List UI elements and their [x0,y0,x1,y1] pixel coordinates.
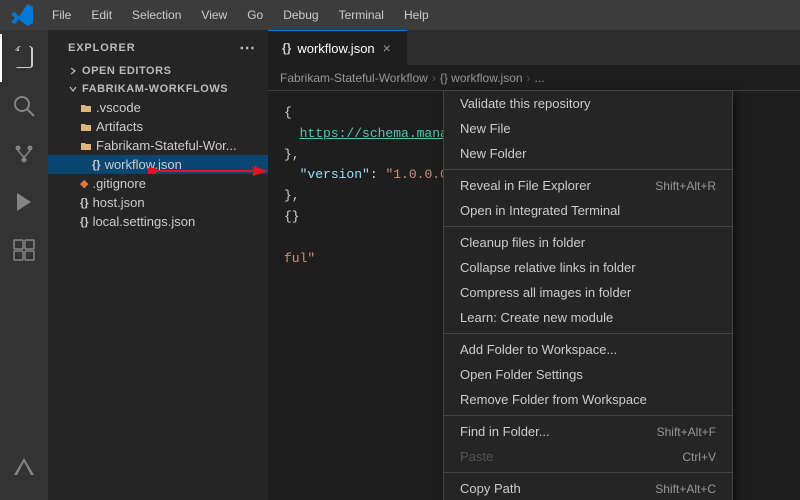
ctx-learn[interactable]: Learn: Create new module [444,305,732,330]
menu-debug[interactable]: Debug [273,4,328,26]
menu-help[interactable]: Help [394,4,439,26]
azure-activity-icon[interactable] [0,444,48,492]
ctx-sep5 [444,472,732,473]
ctx-find[interactable]: Find in Folder... Shift+Alt+F [444,419,732,444]
ctx-sep2 [444,226,732,227]
breadcrumb-part1: Fabrikam-Stateful-Workflow [280,71,428,85]
open-editors-chevron [68,66,78,76]
folder-icon-artifacts [80,121,92,133]
menu-bar: File Edit Selection View Go Debug Termin… [42,4,439,26]
ctx-collapse[interactable]: Collapse relative links in folder [444,255,732,280]
json-file-icon-host: {} [80,197,89,209]
ctx-validate[interactable]: Validate this repository [444,91,732,116]
ctx-compress[interactable]: Compress all images in folder [444,280,732,305]
activity-bar [0,30,48,500]
ctx-folder-settings[interactable]: Open Folder Settings [444,362,732,387]
source-control-activity-icon[interactable] [0,130,48,178]
tree-item-fabrikam-stateful[interactable]: Fabrikam-Stateful-Wor... [48,136,268,155]
title-bar: File Edit Selection View Go Debug Termin… [0,0,800,30]
tree-item-host-json[interactable]: {} host.json [48,193,268,212]
open-editors-section[interactable]: OPEN EDITORS [48,62,268,80]
tree-item-local-settings[interactable]: {} local.settings.json [48,212,268,231]
fabrikam-section-chevron [68,84,78,94]
diamond-file-icon: ◆ [80,177,88,190]
breadcrumb-sep1: › [432,71,436,85]
breadcrumb: Fabrikam-Stateful-Workflow › {} workflow… [268,65,800,91]
search-activity-icon[interactable] [0,82,48,130]
ctx-reveal[interactable]: Reveal in File Explorer Shift+Alt+R [444,173,732,198]
ctx-paste: Paste Ctrl+V [444,444,732,469]
context-menu: Validate this repository New File New Fo… [443,90,733,500]
fabrikam-section-label: FABRIKAM-WORKFLOWS [82,83,228,95]
menu-file[interactable]: File [42,4,81,26]
menu-view[interactable]: View [191,4,237,26]
tab-label: workflow.json [297,41,374,56]
arrow-annotation [148,161,268,181]
folder-icon [80,102,92,114]
ctx-add-folder[interactable]: Add Folder to Workspace... [444,337,732,362]
ctx-sep4 [444,415,732,416]
main-layout: EXPLORER ⋯ OPEN EDITORS FABRIKAM-WORKFLO… [0,30,800,500]
extensions-activity-icon[interactable] [0,226,48,274]
ctx-copy-path[interactable]: Copy Path Shift+Alt+C [444,476,732,500]
json-file-icon: {} [92,159,101,171]
tab-close-button[interactable]: × [381,40,393,56]
run-activity-icon[interactable] [0,178,48,226]
menu-edit[interactable]: Edit [81,4,122,26]
menu-terminal[interactable]: Terminal [329,4,394,26]
sidebar-more-icon[interactable]: ⋯ [239,38,256,58]
ctx-sep3 [444,333,732,334]
explorer-activity-icon[interactable] [0,34,48,82]
ctx-open-terminal[interactable]: Open in Integrated Terminal [444,198,732,223]
ctx-cleanup[interactable]: Cleanup files in folder [444,230,732,255]
vscode-logo [10,3,34,27]
open-editors-label: OPEN EDITORS [82,65,172,77]
fabrikam-workflows-section[interactable]: FABRIKAM-WORKFLOWS [48,80,268,98]
sidebar: EXPLORER ⋯ OPEN EDITORS FABRIKAM-WORKFLO… [48,30,268,500]
breadcrumb-part3: ... [535,71,545,85]
folder-open-icon [80,140,92,152]
ctx-sep1 [444,169,732,170]
json-file-icon-local: {} [80,216,89,228]
tab-workflow-json[interactable]: {} workflow.json × [268,30,407,65]
ctx-remove-folder[interactable]: Remove Folder from Workspace [444,387,732,412]
ctx-new-folder[interactable]: New Folder [444,141,732,166]
tree-item-artifacts[interactable]: Artifacts [48,117,268,136]
arrow-svg [148,161,268,181]
tree-item-vscode[interactable]: .vscode [48,98,268,117]
tab-bar: {} workflow.json × [268,30,800,65]
breadcrumb-sep2: › [527,71,531,85]
editor-area: {} workflow.json × Fabrikam-Stateful-Wor… [268,30,800,500]
explorer-header: EXPLORER ⋯ [48,30,268,62]
menu-selection[interactable]: Selection [122,4,191,26]
ctx-new-file[interactable]: New File [444,116,732,141]
menu-go[interactable]: Go [237,4,273,26]
breadcrumb-part2: {} workflow.json [440,71,523,85]
tab-json-icon: {} [282,41,291,55]
